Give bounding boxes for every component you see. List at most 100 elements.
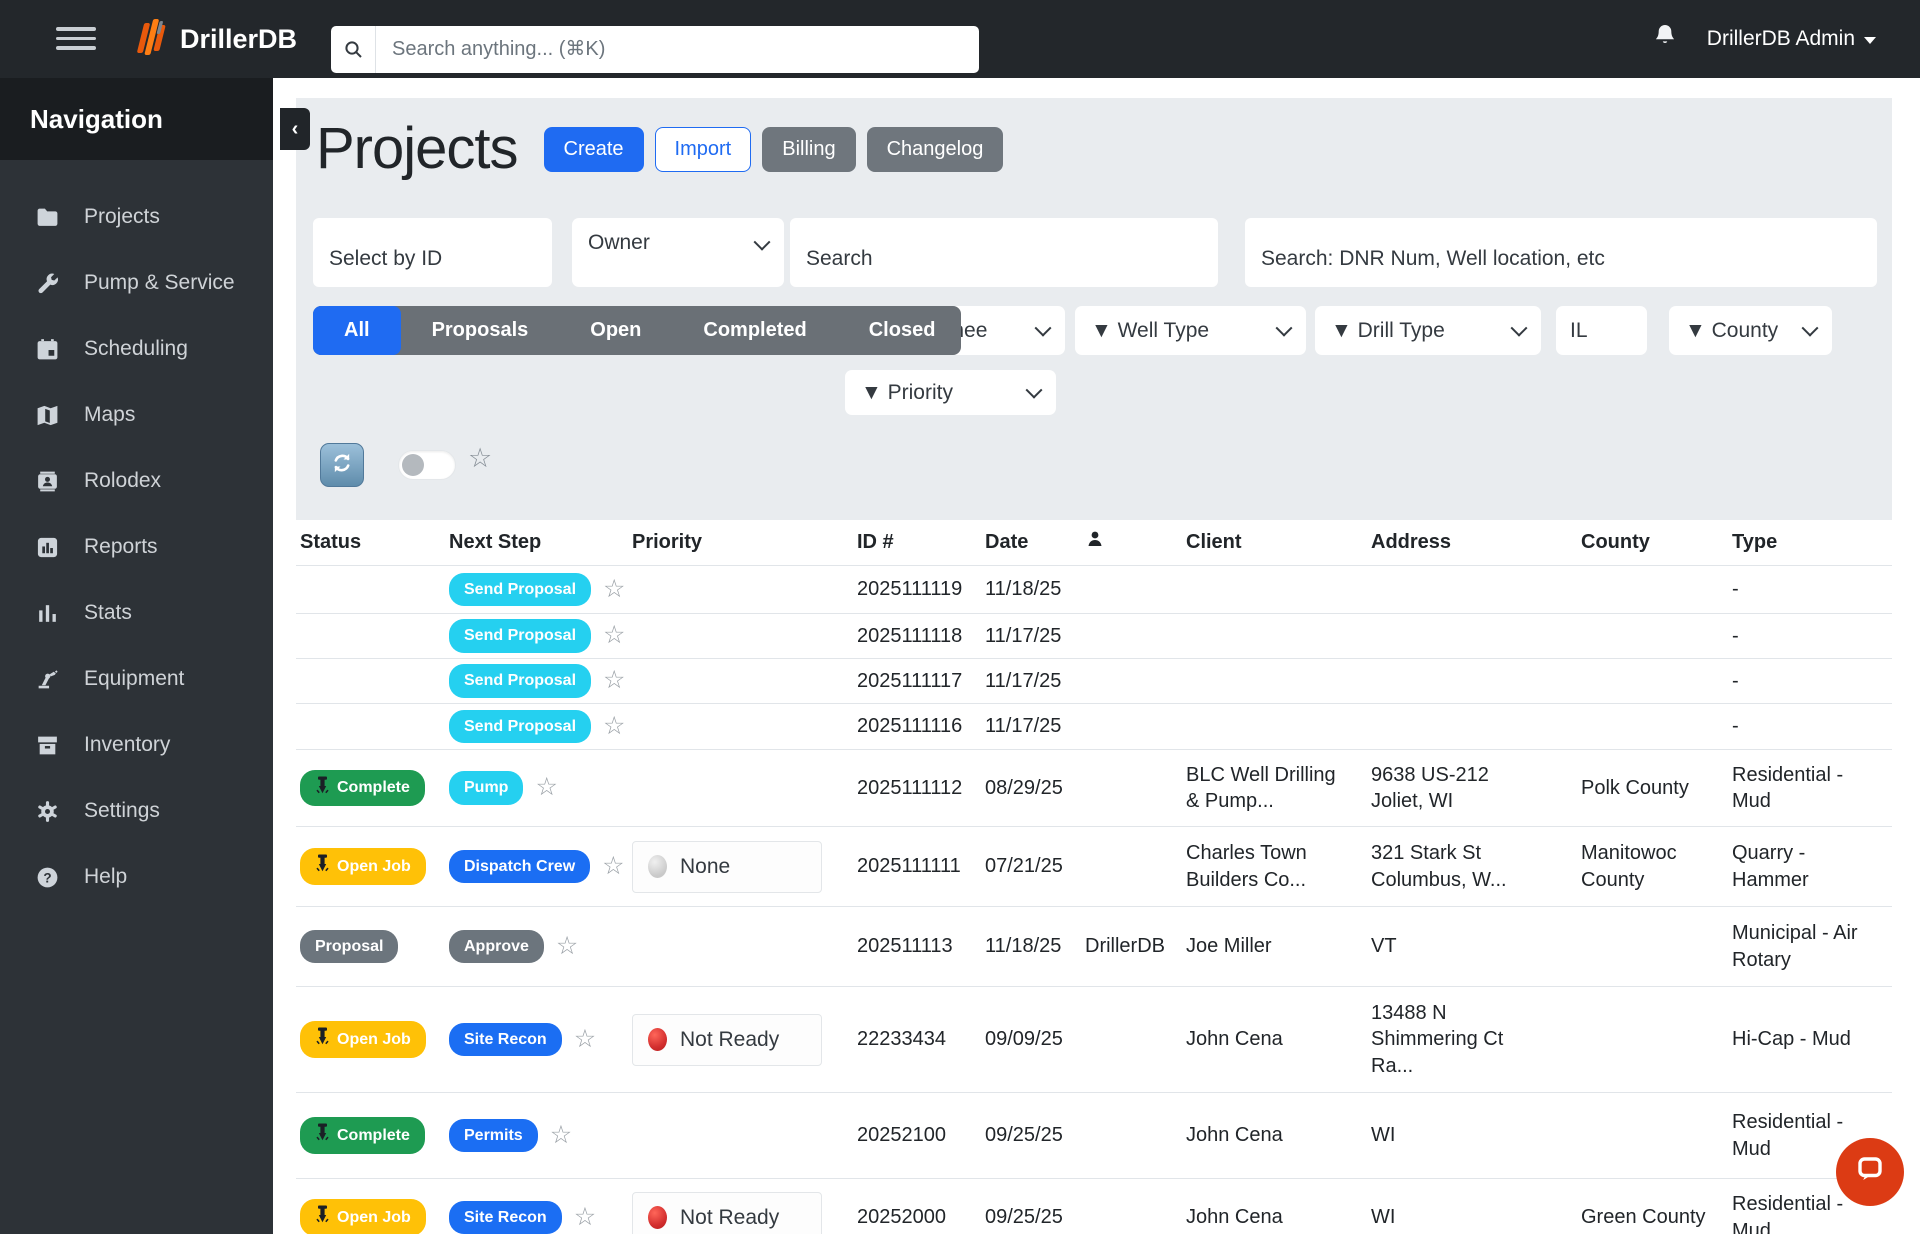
sidebar-item-pump-service[interactable]: Pump & Service xyxy=(0,250,273,316)
drillerdb-logo xyxy=(130,16,174,62)
tab-proposals[interactable]: Proposals xyxy=(401,306,560,355)
priority-select[interactable]: ▼ Priority xyxy=(845,370,1056,415)
favorite-star-icon[interactable]: ☆ xyxy=(603,714,625,739)
view-toggle[interactable] xyxy=(398,450,456,480)
status-badge[interactable]: Open Job xyxy=(300,1021,426,1057)
next-step-badge[interactable]: Send Proposal xyxy=(449,710,591,743)
chevron-down-icon xyxy=(1026,381,1043,398)
billing-button[interactable]: Billing xyxy=(762,127,855,172)
priority-select[interactable]: None xyxy=(632,841,822,893)
changelog-button[interactable]: Changelog xyxy=(867,127,1004,172)
favorite-star-icon[interactable]: ☆ xyxy=(603,668,625,693)
next-step-cell: Send Proposal ☆ xyxy=(445,573,628,606)
client-name: John Cena xyxy=(1182,1204,1367,1230)
status-tab-bar: AllProposalsOpenCompletedClosed xyxy=(313,306,961,355)
status-cell: Open Job xyxy=(296,1021,445,1057)
tab-open[interactable]: Open xyxy=(559,306,672,355)
next-step-badge[interactable]: Send Proposal xyxy=(449,573,591,606)
sidebar-item-inventory[interactable]: Inventory xyxy=(0,712,273,778)
gear-icon xyxy=(34,798,60,824)
project-search-input[interactable] xyxy=(790,218,1218,287)
project-county: Green County xyxy=(1577,1204,1728,1230)
next-step-badge[interactable]: Approve xyxy=(449,930,544,963)
top-bar: DrillerDB DrillerDB Admin xyxy=(0,0,1920,78)
sidebar-item-stats[interactable]: Stats xyxy=(0,580,273,646)
drill-type-select[interactable]: ▼ Drill Type xyxy=(1315,306,1541,355)
favorite-star-icon[interactable]: ☆ xyxy=(602,854,624,879)
project-type: - xyxy=(1728,623,1892,649)
sidebar-item-scheduling[interactable]: Scheduling xyxy=(0,316,273,382)
refresh-button[interactable] xyxy=(320,443,364,487)
next-step-cell: Send Proposal ☆ xyxy=(445,710,628,743)
favorite-star-icon[interactable]: ☆ xyxy=(556,934,578,959)
sidebar-collapse-button[interactable]: ‹ xyxy=(280,108,310,150)
menu-icon[interactable] xyxy=(56,27,96,51)
next-step-cell: Dispatch Crew ☆ xyxy=(445,850,628,883)
status-badge[interactable]: Complete xyxy=(300,1117,425,1153)
tab-all[interactable]: All xyxy=(313,306,401,355)
favorite-star-icon[interactable]: ☆ xyxy=(603,623,625,648)
table-row[interactable]: Send Proposal☆202511111911/18/25- xyxy=(296,566,1892,614)
table-row[interactable]: Open JobSite Recon☆Not Ready2223343409/0… xyxy=(296,987,1892,1093)
sidebar-item-help[interactable]: ?Help xyxy=(0,844,273,910)
sidebar-item-label: Rolodex xyxy=(84,469,161,493)
table-row[interactable]: CompletePermits☆2025210009/25/25John Cen… xyxy=(296,1093,1892,1179)
select-by-id-input[interactable] xyxy=(313,218,552,287)
favorites-filter-star-icon[interactable]: ☆ xyxy=(468,445,492,472)
project-date: 11/17/25 xyxy=(981,623,1081,649)
status-badge[interactable]: Complete xyxy=(300,770,425,806)
sidebar-item-reports[interactable]: Reports xyxy=(0,514,273,580)
create-button[interactable]: Create xyxy=(544,127,644,172)
project-date: 11/18/25 xyxy=(981,933,1081,959)
sidebar-item-projects[interactable]: Projects xyxy=(0,184,273,250)
user-menu[interactable]: DrillerDB Admin xyxy=(1707,27,1876,51)
sidebar-nav: Projects Pump & Service SchedulingMaps Rolo… xyxy=(0,160,273,910)
favorite-star-icon[interactable]: ☆ xyxy=(550,1123,572,1148)
project-date: 09/25/25 xyxy=(981,1122,1081,1148)
table-row[interactable]: CompletePump☆202511111208/29/25BLC Well … xyxy=(296,750,1892,827)
next-step-badge[interactable]: Permits xyxy=(449,1119,538,1152)
status-badge[interactable]: Open Job xyxy=(300,1199,426,1234)
dnr-search-input[interactable] xyxy=(1245,218,1877,287)
next-step-badge[interactable]: Site Recon xyxy=(449,1201,562,1234)
project-id: 22233434 xyxy=(853,1026,981,1052)
sidebar-item-rolodex[interactable]: Rolodex xyxy=(0,448,273,514)
tab-closed[interactable]: Closed xyxy=(838,306,967,355)
owner-select[interactable]: Owner xyxy=(572,218,784,287)
sidebar-item-settings[interactable]: Settings xyxy=(0,778,273,844)
next-step-badge[interactable]: Pump xyxy=(449,771,523,804)
table-row[interactable]: Open JobSite Recon☆Not Ready2025200009/2… xyxy=(296,1179,1892,1234)
next-step-badge[interactable]: Send Proposal xyxy=(449,664,591,697)
chat-button[interactable] xyxy=(1836,1138,1904,1206)
status-badge[interactable]: Proposal xyxy=(300,930,398,963)
calendar-icon xyxy=(34,336,60,362)
favorite-star-icon[interactable]: ☆ xyxy=(574,1027,596,1052)
table-row[interactable]: Send Proposal☆202511111811/17/25- xyxy=(296,614,1892,659)
project-address: VT xyxy=(1367,933,1577,959)
sidebar-item-label: Pump & Service xyxy=(84,271,235,295)
import-button[interactable]: Import xyxy=(655,127,752,172)
status-badge[interactable]: Open Job xyxy=(300,848,426,884)
next-step-badge[interactable]: Send Proposal xyxy=(449,619,591,652)
status-cell: Open Job xyxy=(296,848,445,884)
sidebar-item-equipment[interactable]: Equipment xyxy=(0,646,273,712)
favorite-star-icon[interactable]: ☆ xyxy=(574,1205,596,1230)
priority-select[interactable]: Not Ready xyxy=(632,1192,822,1234)
priority-select[interactable]: Not Ready xyxy=(632,1014,822,1066)
state-input[interactable] xyxy=(1556,306,1647,355)
table-row[interactable]: Send Proposal☆202511111611/17/25- xyxy=(296,704,1892,750)
county-select[interactable]: ▼ County xyxy=(1669,306,1832,355)
well-type-select[interactable]: ▼ Well Type xyxy=(1075,306,1306,355)
table-row[interactable]: ProposalApprove☆20251111311/18/25Driller… xyxy=(296,907,1892,987)
next-step-badge[interactable]: Dispatch Crew xyxy=(449,850,590,883)
table-row[interactable]: Send Proposal☆202511111711/17/25- xyxy=(296,659,1892,704)
favorite-star-icon[interactable]: ☆ xyxy=(603,577,625,602)
next-step-badge[interactable]: Site Recon xyxy=(449,1023,562,1056)
table-row[interactable]: Open JobDispatch Crew☆None202511111107/2… xyxy=(296,827,1892,907)
tab-completed[interactable]: Completed xyxy=(672,306,837,355)
notifications-bell-icon[interactable] xyxy=(1653,23,1677,55)
sidebar-item-label: Projects xyxy=(84,205,160,229)
global-search-input[interactable] xyxy=(376,38,979,61)
sidebar-item-maps[interactable]: Maps xyxy=(0,382,273,448)
favorite-star-icon[interactable]: ☆ xyxy=(535,775,557,800)
